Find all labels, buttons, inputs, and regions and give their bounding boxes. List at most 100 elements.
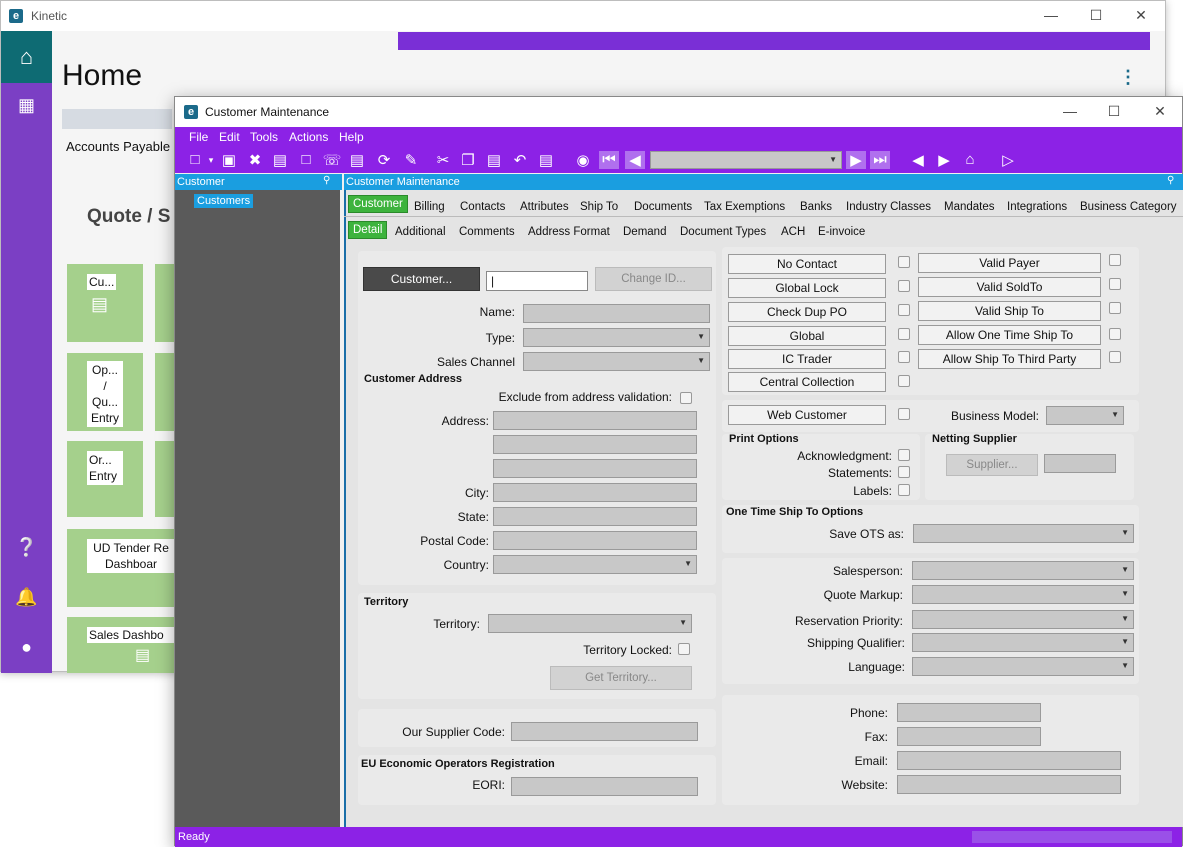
address-line1-field[interactable] [493, 411, 697, 430]
global-button[interactable]: Global [728, 326, 886, 346]
web-customer-checkbox[interactable] [898, 408, 910, 420]
territory-locked-checkbox[interactable] [678, 643, 690, 655]
postal-code-field[interactable] [493, 531, 697, 550]
tile-ud-tender-dashboard[interactable]: UD Tender Re Dashboar [67, 529, 175, 607]
reservation-priority-dropdown[interactable]: ▼ [912, 610, 1134, 629]
play-icon[interactable]: ▷ [998, 151, 1018, 169]
tab-industry-classes[interactable]: Industry Classes [846, 201, 931, 213]
subtab-ach[interactable]: ACH [781, 226, 805, 238]
kebab-menu-icon[interactable]: ⋮ [1119, 67, 1137, 88]
central-collection-button[interactable]: Central Collection [728, 372, 886, 392]
state-field[interactable] [493, 507, 697, 526]
tab-billing[interactable]: Billing [414, 201, 445, 213]
tab-business-category[interactable]: Business Category [1080, 201, 1177, 213]
tab-documents[interactable]: Documents [634, 201, 692, 213]
tile-customer[interactable]: Cu... ▤ [67, 264, 143, 342]
labels-checkbox[interactable] [898, 484, 910, 496]
eori-field[interactable] [511, 777, 698, 796]
undo-icon[interactable]: ↶ [510, 151, 530, 169]
customer-button[interactable]: Customer... [363, 267, 480, 291]
menu-edit[interactable]: Edit [219, 130, 240, 144]
email-field[interactable] [897, 751, 1121, 770]
ic-trader-checkbox[interactable] [898, 351, 910, 363]
no-contact-button[interactable]: No Contact [728, 254, 886, 274]
pin-icon[interactable]: ⚲ [323, 175, 330, 186]
subtab-e-invoice[interactable]: E-invoice [818, 226, 865, 238]
website-field[interactable] [897, 775, 1121, 794]
allow-ship-to-third-party-checkbox[interactable] [1109, 351, 1121, 363]
address-line3-field[interactable] [493, 459, 697, 478]
central-collection-checkbox[interactable] [898, 375, 910, 387]
maximize-icon[interactable]: ☐ [1104, 103, 1124, 120]
last-record-icon[interactable]: ⏭ [870, 151, 890, 169]
country-dropdown[interactable]: ▼ [493, 555, 697, 574]
tab-ship-to[interactable]: Ship To [580, 201, 618, 213]
language-dropdown[interactable]: ▼ [912, 657, 1134, 676]
territory-dropdown[interactable]: ▼ [488, 614, 692, 633]
check-dup-po-checkbox[interactable] [898, 304, 910, 316]
valid-payer-button[interactable]: Valid Payer [918, 253, 1101, 273]
acknowledgment-checkbox[interactable] [898, 449, 910, 461]
record-navigator-combo[interactable]: ▼ [650, 151, 842, 169]
clear-icon[interactable]: ✎ [401, 151, 421, 169]
allow-ship-to-third-party-button[interactable]: Allow Ship To Third Party [918, 349, 1101, 369]
minimize-icon[interactable]: — [1041, 7, 1061, 23]
delete-icon[interactable]: ✖ [245, 151, 265, 169]
close-icon[interactable]: ✕ [1150, 103, 1170, 120]
allow-one-time-ship-to-button[interactable]: Allow One Time Ship To [918, 325, 1101, 345]
supplier-field[interactable] [1044, 454, 1116, 473]
global-lock-checkbox[interactable] [898, 280, 910, 292]
valid-payer-checkbox[interactable] [1109, 254, 1121, 266]
refresh-icon[interactable]: ⟳ [374, 151, 394, 169]
tile-partial[interactable] [155, 441, 175, 517]
copy-icon[interactable]: ❐ [458, 151, 478, 169]
save-ots-dropdown[interactable]: ▼ [913, 524, 1134, 543]
help-icon[interactable]: ❔ [1, 537, 52, 558]
tab-attributes[interactable]: Attributes [520, 201, 569, 213]
subtab-demand[interactable]: Demand [623, 226, 666, 238]
save-icon[interactable]: ▣ [219, 151, 239, 169]
first-record-icon[interactable]: ⏮ [599, 151, 619, 169]
attachment-icon[interactable]: ▤ [347, 151, 367, 169]
tile-opportunity-entry[interactable]: Op... / Qu... Entry [67, 353, 143, 431]
tile-sales-dashboard[interactable]: Sales Dashbo ▤ [67, 617, 175, 673]
close-icon[interactable]: ✕ [1131, 7, 1151, 24]
subtab-comments[interactable]: Comments [459, 226, 515, 238]
subtab-detail[interactable]: Detail [348, 221, 388, 239]
business-model-dropdown[interactable]: ▼ [1046, 406, 1124, 425]
previous-record-icon[interactable]: ◀ [625, 151, 645, 169]
subtab-document-types[interactable]: Document Types [680, 226, 766, 238]
supplier-code-field[interactable] [511, 722, 698, 741]
home-nav-icon[interactable]: ⌂ [960, 151, 980, 168]
get-territory-button[interactable]: Get Territory... [550, 666, 692, 690]
tab-integrations[interactable]: Integrations [1007, 201, 1067, 213]
supplier-button[interactable]: Supplier... [946, 454, 1038, 476]
salesperson-dropdown[interactable]: ▼ [912, 561, 1134, 580]
valid-ship-to-checkbox[interactable] [1109, 302, 1121, 314]
section-label[interactable]: Accounts Payable [66, 139, 170, 154]
city-field[interactable] [493, 483, 697, 502]
menu-help[interactable]: Help [339, 130, 364, 144]
no-contact-checkbox[interactable] [898, 256, 910, 268]
web-customer-button[interactable]: Web Customer [728, 405, 886, 425]
maximize-icon[interactable]: ☐ [1086, 7, 1106, 24]
memo-icon[interactable]: □ [296, 151, 316, 168]
sales-channel-dropdown[interactable]: ▼ [523, 352, 710, 371]
tab-tax-exemptions[interactable]: Tax Exemptions [704, 201, 785, 213]
tree-item-customers[interactable]: Customers [194, 194, 254, 208]
tab-mandates[interactable]: Mandates [944, 201, 995, 213]
user-icon[interactable]: ● [1, 637, 52, 658]
valid-ship-to-button[interactable]: Valid Ship To [918, 301, 1101, 321]
name-field[interactable] [523, 304, 710, 323]
phone-icon[interactable]: ☏ [322, 151, 342, 169]
exclude-validation-checkbox[interactable] [680, 392, 692, 404]
change-id-button[interactable]: Change ID... [595, 267, 712, 291]
menu-file[interactable]: File [189, 130, 208, 144]
subtab-additional[interactable]: Additional [395, 226, 446, 238]
menu-tools[interactable]: Tools [250, 130, 278, 144]
allow-one-time-ship-to-checkbox[interactable] [1109, 328, 1121, 340]
check-dup-po-button[interactable]: Check Dup PO [728, 302, 886, 322]
subtab-address-format[interactable]: Address Format [528, 226, 610, 238]
quote-markup-dropdown[interactable]: ▼ [912, 585, 1134, 604]
book-icon[interactable]: ▤ [270, 151, 290, 169]
